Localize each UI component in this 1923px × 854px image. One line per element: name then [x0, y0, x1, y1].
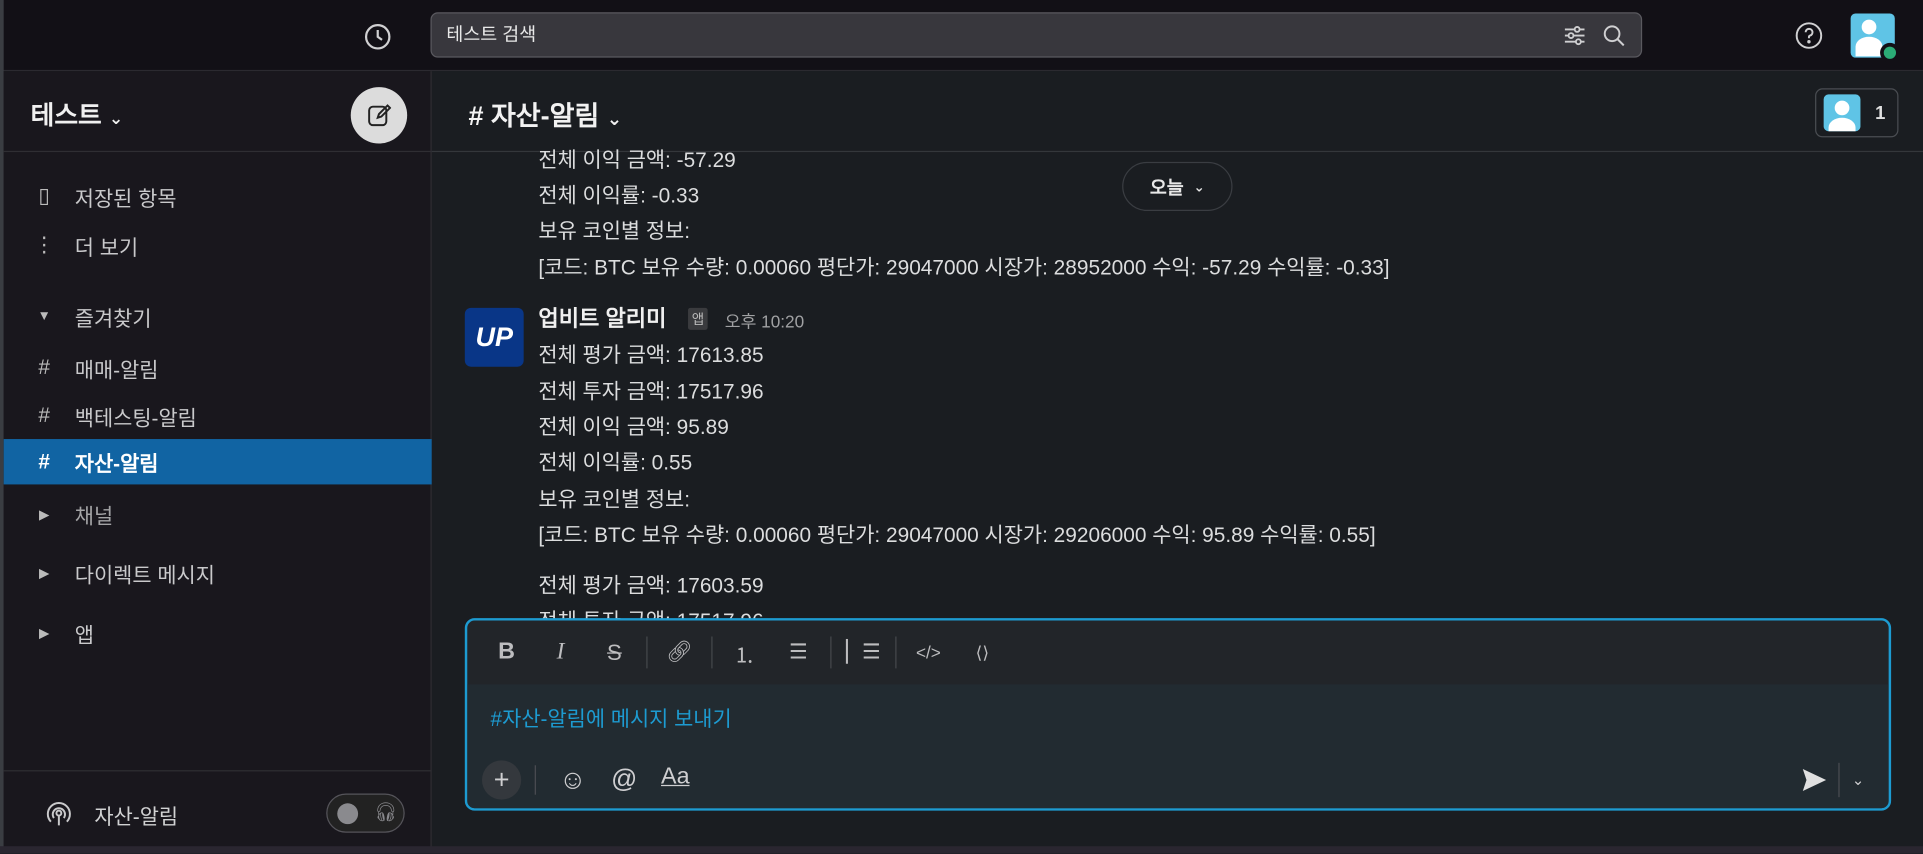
section-channels[interactable]: ▶ 채널 [4, 492, 432, 536]
channel-label: 자산-알림 [74, 452, 159, 476]
chevron-down-icon: ⌄ [108, 107, 124, 128]
workspace-menu[interactable]: 테스트 ⌄ [31, 96, 124, 133]
sidebar-item-label: 저장된 항목 [74, 187, 177, 211]
search-value: 테스트 검색 [446, 24, 537, 46]
hash-icon: # [38, 403, 50, 427]
message-line: 전체 이익 금액: -57.29 [538, 148, 736, 172]
caret-right-icon: ▶ [38, 565, 50, 581]
plus-icon[interactable]: + [481, 760, 522, 800]
section-label: 채널 [74, 504, 114, 528]
mention-icon[interactable]: @ [607, 763, 641, 797]
format-toolbar: B I S 🔗︎ ⒈ ☰ ▏☰ </> ⟨⟩ [467, 621, 1888, 685]
chevron-down-icon: ⌄ [1193, 179, 1205, 195]
chevron-down-icon: ⌄ [606, 109, 623, 130]
channel-title-button[interactable]: # 자산-알림 ⌄ [468, 94, 622, 133]
members-button[interactable]: 1 [1815, 88, 1899, 138]
message-line: 전체 이익률: -0.33 [538, 183, 700, 208]
channel-label: 백테스팅-알림 [74, 406, 197, 430]
sender-name[interactable]: 업비트 알리미 [538, 300, 666, 337]
message-input[interactable]: #자산-알림에 메시지 보내기 + ☺ @ Aa ⌄ [467, 684, 1889, 809]
top-bar: 테스트 검색 [0, 0, 1923, 72]
hash-icon: # [38, 355, 50, 379]
link-icon[interactable]: 🔗︎ [652, 633, 706, 672]
message-composer: B I S 🔗︎ ⒈ ☰ ▏☰ </> ⟨⟩ #자산-알림에 메시지 보내기 +… [464, 618, 1892, 811]
sidebar-item-label: 더 보기 [74, 236, 139, 260]
member-avatar [1823, 94, 1861, 132]
format-toggle-button[interactable]: Aa [661, 764, 690, 791]
code-icon[interactable]: </> [901, 633, 955, 672]
sidebar-item-매매-알림[interactable]: # 매매-알림 [4, 346, 432, 390]
message-line: 전체 이익률: 0.55 [538, 451, 693, 475]
more-vertical-icon: ⋮ [33, 233, 55, 257]
section-favorites[interactable]: ▼ 즐겨찾기 [4, 294, 432, 338]
sidebar-item-자산-알림[interactable]: # 자산-알림 [3, 439, 432, 485]
window-bottom-edge [0, 846, 1923, 854]
section-direct-messages[interactable]: ▶ 다이렉트 메시지 [4, 551, 432, 595]
timestamp[interactable]: 오후 10:20 [725, 309, 804, 334]
section-label: 앱 [74, 623, 94, 647]
channel-header: # 자산-알림 ⌄ 1 [431, 71, 1923, 153]
message-line: 전체 투자 금액: 17517.96 [538, 380, 764, 404]
message-line: 전체 평가 금액: 17603.59 [538, 573, 764, 598]
compose-button[interactable] [350, 87, 408, 144]
strikethrough-icon[interactable]: S [587, 633, 641, 672]
blockquote-icon[interactable]: ▏☰ [836, 633, 890, 672]
section-apps[interactable]: ▶ 앱 [4, 611, 432, 655]
section-label: 즐겨찾기 [74, 307, 152, 331]
app-badge: 앱 [688, 307, 708, 330]
sidebar: 테스트 ⌄ ▯ 저장된 항목 ⋮ 더 보기 ▼ 즐겨찾기 # 매매-알림 # 백테스팅-알… [3, 71, 432, 854]
italic-icon[interactable]: I [533, 633, 587, 672]
message-line: 보유 코인별 정보: [538, 219, 691, 243]
huddle-icon [43, 798, 75, 830]
workspace-name: 테스트 [30, 101, 102, 130]
bold-icon[interactable]: B [480, 633, 534, 672]
message-placeholder: #자산-알림에 메시지 보내기 [490, 707, 732, 731]
message-line: 전체 평가 금액: 17613.85 [538, 343, 764, 367]
help-icon[interactable] [1793, 20, 1825, 52]
caret-down-icon: ▼ [37, 309, 51, 324]
member-count: 1 [1875, 102, 1886, 124]
date-label: 오늘 [1149, 177, 1184, 199]
sidebar-item-more[interactable]: ⋮ 더 보기 [4, 223, 432, 267]
away-status-icon [1880, 42, 1900, 63]
channel-title: # 자산-알림 [468, 100, 600, 132]
ordered-list-icon[interactable]: ⒈ [717, 633, 771, 672]
message-line: [코드: BTC 보유 수량: 0.00060 평단가: 29047000 시장… [538, 256, 1390, 280]
bookmark-icon: ▯ [38, 183, 50, 208]
send-options-chevron-icon[interactable]: ⌄ [1846, 765, 1871, 794]
message-line: 전체 이익 금액: 95.89 [538, 415, 729, 440]
sidebar-item-백테스팅-알림[interactable]: # 백테스팅-알림 [4, 394, 432, 438]
search-input[interactable]: 테스트 검색 [430, 12, 1643, 58]
history-icon[interactable] [361, 20, 395, 54]
headphones-icon: 🎧︎ [374, 802, 398, 823]
sidebar-item-saved[interactable]: ▯ 저장된 항목 [4, 174, 432, 218]
upbit-logo: UP [475, 321, 513, 352]
huddle-channel-label: 자산-알림 [94, 805, 179, 830]
channel-label: 매매-알림 [74, 358, 159, 383]
date-divider-button[interactable]: 오늘 ⌄ [1122, 161, 1233, 211]
send-icon[interactable] [1797, 763, 1831, 797]
search-icon[interactable] [1602, 23, 1627, 48]
caret-right-icon: ▶ [38, 507, 50, 522]
code-block-icon[interactable]: ⟨⟩ [955, 633, 1009, 672]
caret-right-icon: ▶ [38, 626, 50, 641]
bot-avatar[interactable]: UP [464, 307, 524, 367]
hash-icon: # [38, 449, 50, 473]
message-line: 보유 코인별 정보: [538, 488, 691, 512]
filter-icon[interactable] [1562, 23, 1587, 48]
user-avatar[interactable] [1850, 13, 1900, 63]
bullet-list-icon[interactable]: ☰ [771, 633, 825, 672]
emoji-icon[interactable]: ☺ [556, 763, 590, 797]
section-label: 다이렉트 메시지 [74, 563, 215, 587]
huddle-toggle[interactable]: 🎧︎ [326, 793, 405, 833]
huddle-bar: 자산-알림 🎧︎ [3, 770, 432, 853]
message-line: [코드: BTC 보유 수량: 0.00060 평단가: 29047000 시장… [538, 523, 1376, 547]
workspace-header: 테스트 ⌄ [3, 71, 432, 153]
